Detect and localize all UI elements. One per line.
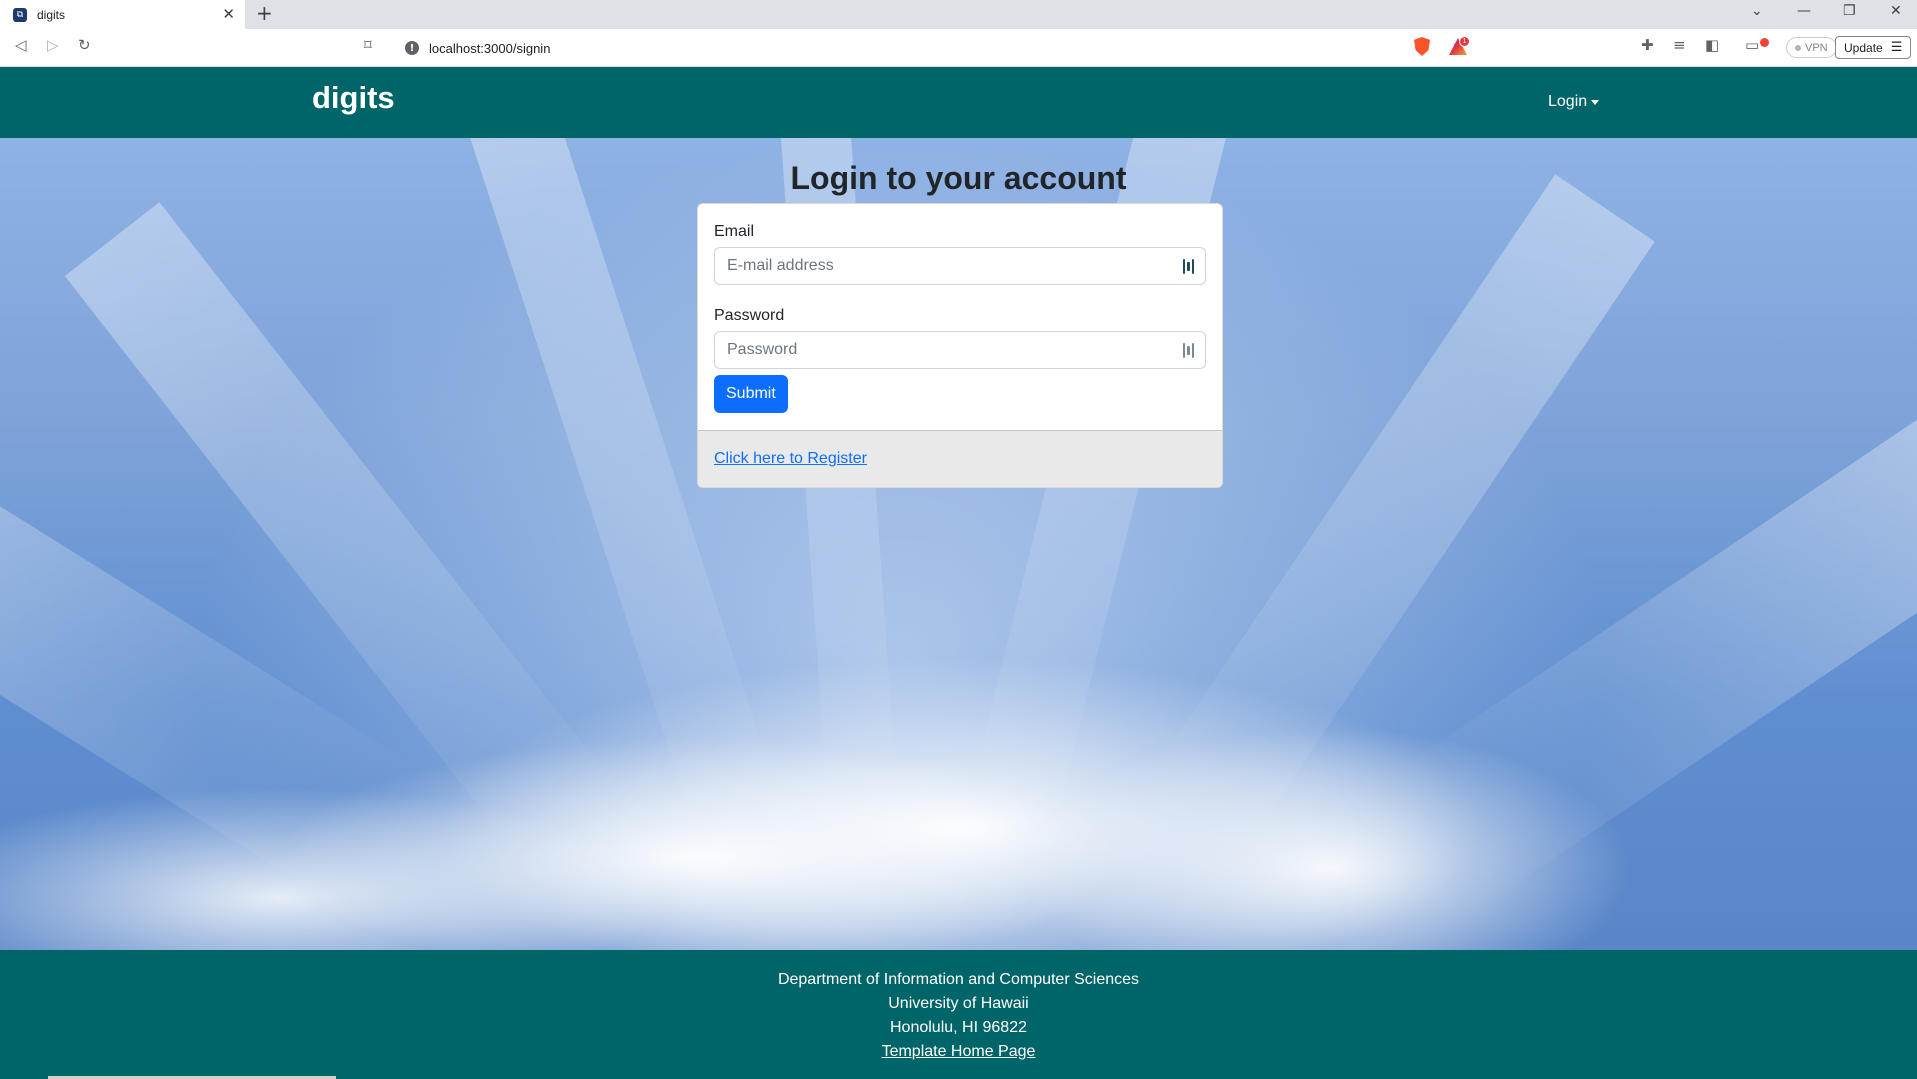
register-link[interactable]: Click here to Register [714,450,867,468]
icon-bar [1187,346,1190,355]
menu-icon: ☰ [1890,40,1903,55]
vpn-status-dot [1795,44,1801,51]
reload-icon[interactable]: ↻ [78,38,91,53]
password-field[interactable] [715,332,1205,368]
browser-tab-digits[interactable]: ⧉ digits ✕ [0,0,245,29]
password-manager-icon[interactable] [1183,259,1195,274]
card-footer: Click here to Register [698,430,1222,487]
site-info-icon[interactable]: ! [405,41,419,55]
password-manager-icon[interactable] [1183,343,1195,358]
icon-bar [1192,343,1194,358]
site-navbar: digits Login [0,67,1917,138]
address-bar[interactable]: ! localhost:3000/signin ⇪ [393,34,1473,62]
puzzle-icon[interactable]: ✚ [1641,38,1654,53]
email-field-wrapper [714,247,1206,285]
login-form: Email Password Submit [698,204,1222,430]
password-field-wrapper [714,331,1206,369]
forward-icon[interactable]: ▷ [47,38,59,53]
vpn-button[interactable]: VPN [1786,37,1837,58]
bookmark-icon[interactable]: ⌑ [364,38,372,53]
update-button[interactable]: Update ☰ [1835,36,1912,59]
submit-button[interactable]: Submit [714,375,788,413]
tab-title: digits [37,7,66,22]
site-footer: Department of Information and Computer S… [0,950,1917,1079]
icon-bar [1187,262,1190,271]
brand-logo-link[interactable]: digits [312,80,395,116]
email-label: Email [714,223,755,240]
password-label: Password [714,307,785,324]
rewards-badge: 1 [1459,36,1470,47]
template-home-link[interactable]: Template Home Page [882,1040,1036,1064]
login-dropdown[interactable]: Login [1548,93,1600,111]
tab-favicon-icon: ⧉ [13,7,27,22]
icon-bar [1183,259,1185,274]
wallet-notification-dot [1760,38,1769,47]
update-label: Update [1844,40,1883,55]
url-text[interactable]: localhost:3000/signin [429,41,1451,56]
minimize-icon[interactable]: — [1797,4,1811,18]
back-icon[interactable]: ◁ [15,38,27,53]
browser-tab-strip: ⧉ digits ✕ + ⌄ — ❐ ✕ [0,0,1917,29]
browser-toolbar: ◁ ▷ ↻ ⌑ ! localhost:3000/signin ⇪ 1 ✚ ≡ … [0,29,1917,67]
login-card: Email Password Submit Click here to Regi… [697,203,1223,488]
caret-down-icon [1591,99,1600,105]
playlist-icon[interactable]: ≡ [1673,38,1686,53]
restore-icon[interactable]: ❐ [1843,4,1856,18]
wallet-icon[interactable]: ▭ [1745,38,1759,53]
vpn-label: VPN [1805,41,1828,54]
footer-university: University of Hawaii [888,995,1029,1012]
tab-close-icon[interactable]: ✕ [222,7,235,22]
login-dropdown-label: Login [1548,93,1588,110]
email-field[interactable] [715,248,1205,284]
sidebar-icon[interactable]: ◧ [1705,38,1719,53]
close-icon[interactable]: ✕ [1890,4,1902,18]
page-title: Login to your account [790,160,1127,196]
icon-bar [1183,343,1185,358]
footer-address: Honolulu, HI 96822 [890,1019,1027,1036]
footer-department: Department of Information and Computer S… [777,971,1140,988]
chevron-down-icon[interactable]: ⌄ [1751,4,1763,18]
new-tab-icon[interactable]: + [256,3,273,23]
icon-bar [1192,259,1194,274]
